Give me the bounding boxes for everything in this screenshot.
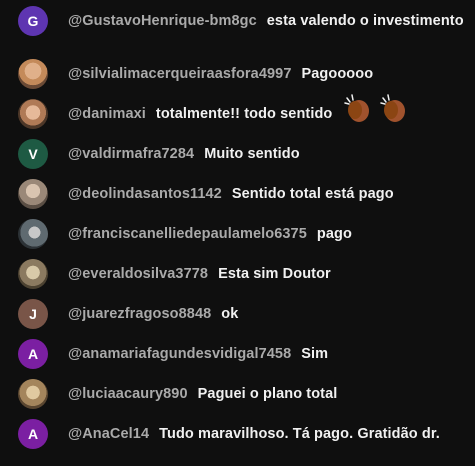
message-body: @silvialimacerqueiraasfora4997 Pagooooo (68, 59, 469, 84)
chat-message: @danimaxi totalmente!! todo sentido (18, 94, 469, 129)
message-text: ok (221, 306, 239, 322)
clapping-hands-icon (379, 94, 405, 123)
avatar[interactable] (18, 219, 48, 249)
chat-message: @luciaacaury890 Paguei o plano total (18, 379, 469, 409)
author-name[interactable]: @valdirmafra7284 (68, 146, 194, 162)
avatar[interactable] (18, 99, 48, 129)
avatar[interactable]: V (18, 139, 48, 169)
author-name[interactable]: @franciscanelliedepaulamelo6375 (68, 226, 307, 242)
message-text: Sim (301, 346, 329, 362)
avatar[interactable]: A (18, 339, 48, 369)
clapping-hands-icon (343, 94, 369, 123)
chat-message: A @anamariafagundesvidigal7458 Sim (18, 339, 469, 369)
message-body: @juarezfragoso8848 ok (68, 299, 469, 324)
author-name[interactable]: @AnaCel14 (68, 426, 149, 442)
message-text: Paguei o plano total (197, 386, 338, 402)
chat-message: V @valdirmafra7284 Muito sentido (18, 139, 469, 169)
chat-message: @silvialimacerqueiraasfora4997 Pagooooo (18, 59, 469, 89)
message-body: @AnaCel14 Tudo maravilhoso. Tá pago. Grat… (68, 419, 469, 444)
author-name[interactable]: @luciaacaury890 (68, 386, 188, 402)
author-name[interactable]: @GustavoHenrique-bm8gc (68, 13, 257, 29)
chat-message: G @GustavoHenrique-bm8gc esta valendo o i… (18, 6, 469, 36)
message-text: Pagooooo (301, 66, 374, 82)
message-text: esta valendo o investimento (266, 13, 464, 29)
message-text: totalmente!! todo sentido (155, 106, 333, 122)
message-body: @luciaacaury890 Paguei o plano total (68, 379, 469, 404)
chat-message: @deolindasantos1142 Sentido total está pa… (18, 179, 469, 209)
author-name[interactable]: @anamariafagundesvidigal7458 (68, 346, 291, 362)
message-text: Tudo maravilhoso. Tá pago. Gratidão dr. (159, 426, 440, 442)
message-body: @anamariafagundesvidigal7458 Sim (68, 339, 469, 364)
avatar[interactable] (18, 259, 48, 289)
message-text: Muito sentido (204, 146, 300, 162)
chat-message: J @juarezfragoso8848 ok (18, 299, 469, 329)
avatar[interactable] (18, 179, 48, 209)
avatar[interactable]: J (18, 299, 48, 329)
author-name[interactable]: @deolindasantos1142 (68, 186, 222, 202)
avatar[interactable] (18, 59, 48, 89)
author-name[interactable]: @danimaxi (68, 106, 146, 122)
message-body: @GustavoHenrique-bm8gc esta valendo o inv… (68, 6, 469, 31)
chat-message: @franciscanelliedepaulamelo6375 pago (18, 219, 469, 249)
avatar[interactable]: G (18, 6, 48, 36)
message-body: @danimaxi totalmente!! todo sentido (68, 94, 469, 124)
live-chat-list: G @GustavoHenrique-bm8gc esta valendo o i… (0, 0, 475, 466)
message-body: @valdirmafra7284 Muito sentido (68, 139, 469, 164)
author-name[interactable]: @juarezfragoso8848 (68, 306, 211, 322)
message-text: pago (316, 226, 352, 242)
author-name[interactable]: @silvialimacerqueiraasfora4997 (68, 66, 292, 82)
chat-message: @everaldosilva3778 Esta sim Doutor (18, 259, 469, 289)
avatar[interactable] (18, 379, 48, 409)
message-body: @franciscanelliedepaulamelo6375 pago (68, 219, 469, 244)
chat-message: A @AnaCel14 Tudo maravilhoso. Tá pago. Gr… (18, 419, 469, 449)
message-text: Esta sim Doutor (218, 266, 331, 282)
message-text: Sentido total está pago (231, 186, 394, 202)
message-body: @everaldosilva3778 Esta sim Doutor (68, 259, 469, 284)
avatar[interactable]: A (18, 419, 48, 449)
author-name[interactable]: @everaldosilva3778 (68, 266, 208, 282)
message-body: @deolindasantos1142 Sentido total está pa… (68, 179, 469, 204)
